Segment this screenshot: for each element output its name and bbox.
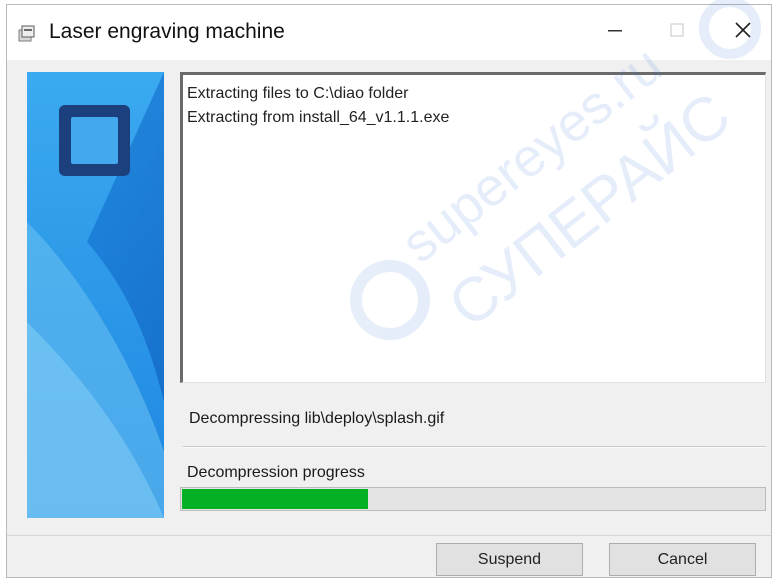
log-line: Extracting files to C:\diao folder — [187, 85, 409, 102]
minimize-icon — [607, 22, 623, 43]
minimize-button[interactable] — [587, 5, 643, 60]
maximize-button[interactable] — [649, 5, 705, 60]
installer-icon — [17, 24, 37, 44]
extraction-log[interactable]: Extracting files to C:\diao folder Extra… — [180, 72, 766, 383]
status-text: Decompressing lib\deploy\splash.gif — [189, 410, 445, 427]
progress-bar — [180, 487, 766, 511]
maximize-icon — [670, 23, 684, 42]
window-title: Laser engraving machine — [49, 20, 285, 43]
log-line: Extracting from install_64_v1.1.1.exe — [187, 109, 450, 126]
banner-graphic — [27, 72, 164, 518]
footer-divider — [7, 535, 771, 536]
title-bar[interactable]: Laser engraving machine — [7, 5, 771, 60]
installer-window: Laser engraving machine Extracting files… — [6, 4, 772, 578]
cancel-button[interactable]: Cancel — [609, 543, 756, 576]
logo-icon — [59, 105, 130, 176]
divider — [183, 446, 766, 448]
progress-label: Decompression progress — [187, 464, 365, 481]
close-button[interactable] — [715, 5, 771, 60]
close-icon — [734, 21, 752, 44]
installer-banner — [27, 72, 164, 518]
suspend-button[interactable]: Suspend — [436, 543, 583, 576]
progress-fill — [182, 489, 368, 509]
